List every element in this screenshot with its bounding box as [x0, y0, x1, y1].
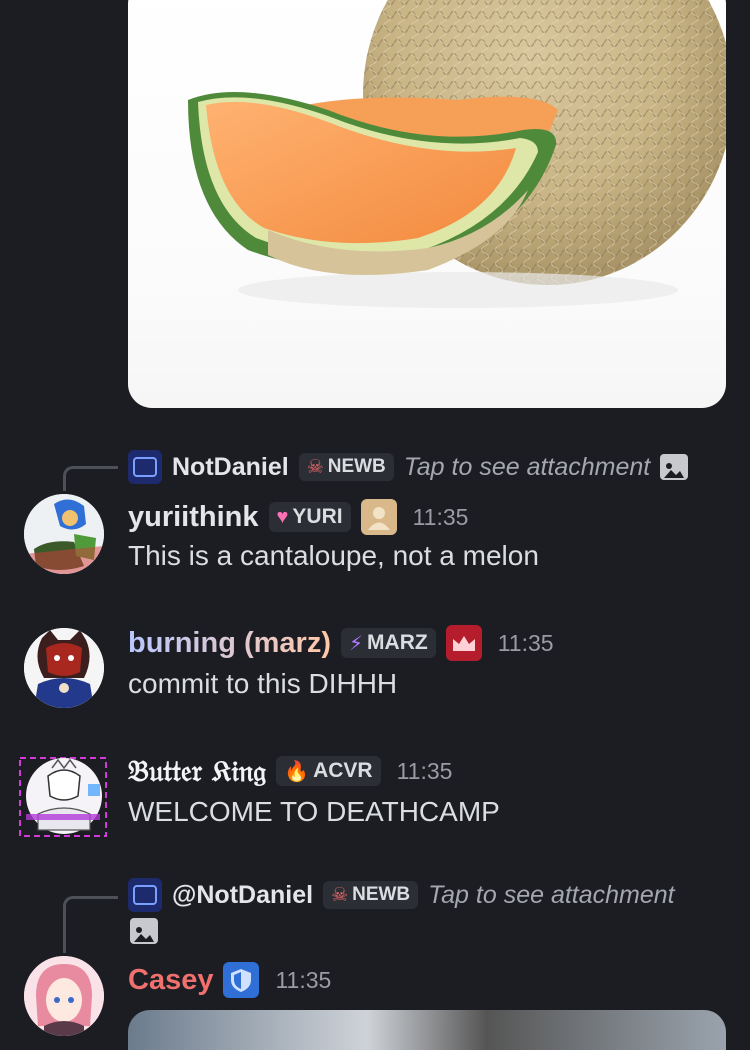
marz-tag: ⚡ MARZ [341, 628, 436, 658]
reply-connector [63, 466, 118, 491]
reply-preview[interactable]: NotDaniel ☠ NEWB Tap to see attachment [128, 450, 689, 484]
reply-preview[interactable]: @NotDaniel ☠ NEWB Tap to see attachment [128, 878, 675, 912]
timestamp: 11:35 [396, 757, 453, 784]
skull-icon: ☠ [306, 456, 324, 478]
author-name[interactable]: Casey [128, 964, 213, 997]
acvr-tag: 🔥 ACVR [276, 756, 381, 786]
reply-author[interactable]: NotDaniel [172, 453, 289, 482]
message-text: This is a cantaloupe, not a melon [128, 540, 539, 571]
lightning-icon: ⚡ [349, 632, 364, 655]
fire-cat-icon: 🔥 [284, 760, 310, 783]
image-attachment[interactable] [128, 1010, 726, 1050]
image-icon [660, 454, 689, 480]
avatar-burning-marz[interactable] [24, 628, 104, 708]
timestamp: 11:35 [497, 629, 554, 656]
cantaloupe-image [188, 0, 726, 308]
reply-avatar [128, 450, 162, 484]
message-header: Casey 11:35 [128, 960, 331, 1000]
avatar-yuriithink[interactable] [24, 494, 104, 574]
yuri-tag: ♥ YURI [268, 502, 351, 532]
message-text: WELCOME TO DEATHCAMP [128, 796, 500, 827]
author-name[interactable]: burning (marz) [128, 627, 331, 660]
heart-icon: ♥ [276, 505, 289, 528]
message-text: commit to this DIHHH [128, 668, 398, 699]
author-name[interactable]: yuriithink [128, 501, 259, 534]
role-badge-icon [360, 499, 397, 535]
image-icon [130, 918, 158, 944]
crown-icon [445, 625, 482, 661]
reply-author[interactable]: @NotDaniel [172, 881, 313, 910]
message-header: yuriithink ♥ YURI 11:35 [128, 498, 468, 536]
newb-tag: ☠ NEWB [323, 881, 419, 909]
image-attachment[interactable] [128, 0, 726, 408]
avatar-butter-king[interactable] [18, 754, 108, 840]
reply-avatar [128, 878, 162, 912]
timestamp: 11:35 [275, 966, 332, 993]
skull-icon: ☠ [331, 884, 349, 906]
shield-icon [223, 962, 260, 998]
message-header: 𝔅𝔲𝔱𝔱𝔢𝔯 𝔎𝔦𝔫𝔤 🔥 ACVR 11:35 [128, 752, 452, 790]
avatar-casey[interactable] [24, 956, 104, 1036]
newb-tag: ☠ NEWB [298, 453, 394, 481]
author-name[interactable]: 𝔅𝔲𝔱𝔱𝔢𝔯 𝔎𝔦𝔫𝔤 [128, 754, 266, 789]
reply-connector [63, 896, 118, 953]
reply-text: Tap to see attachment [428, 880, 675, 909]
timestamp: 11:35 [412, 503, 469, 530]
message-header: burning (marz) ⚡ MARZ 11:35 [128, 624, 554, 662]
reply-text: Tap to see attachment [403, 452, 651, 481]
